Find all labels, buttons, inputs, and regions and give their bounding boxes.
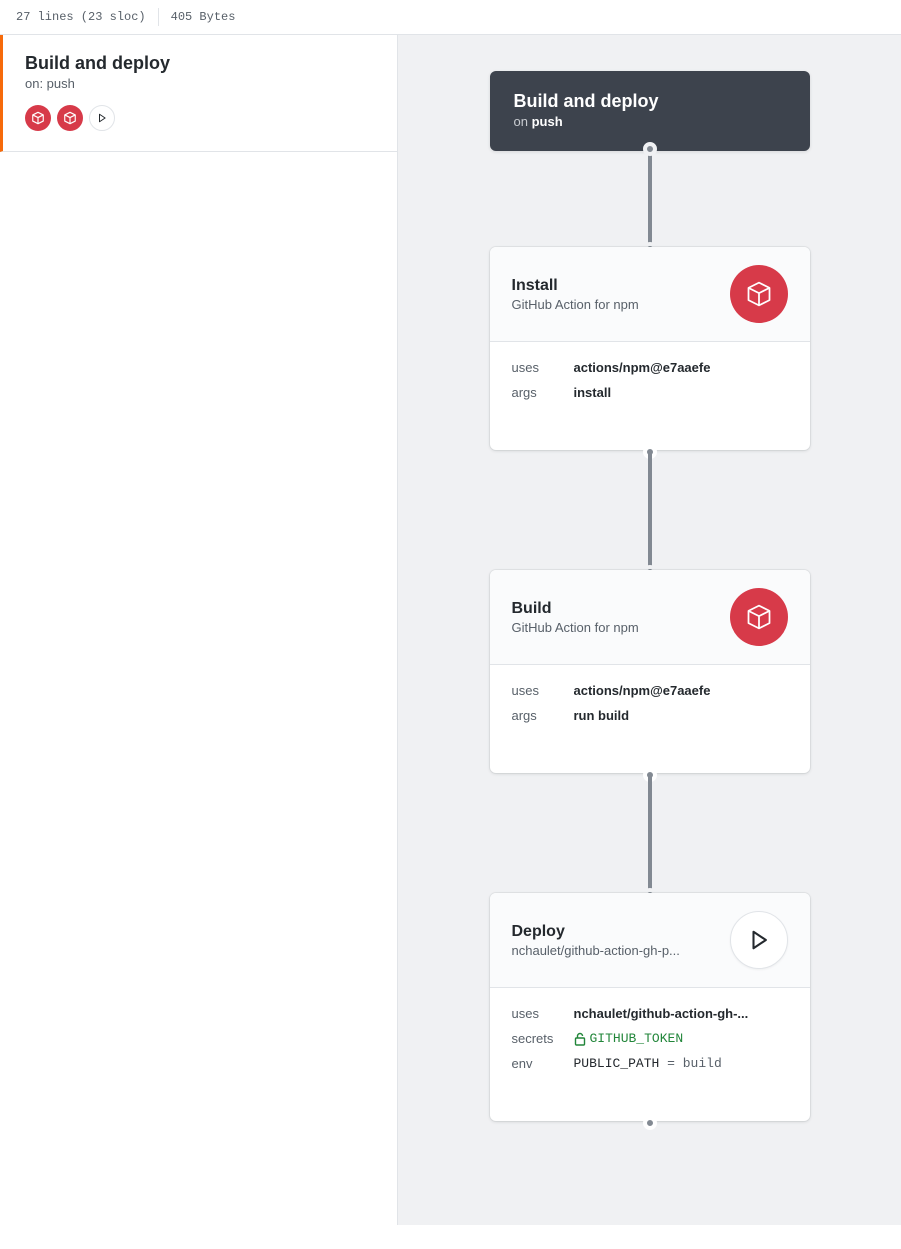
lock-icon: [574, 1032, 586, 1046]
play-icon: [730, 911, 788, 969]
workflow-title: Build and deploy: [25, 53, 375, 74]
env-value: PUBLIC_PATH = build: [574, 1056, 722, 1071]
flow-connector: [648, 773, 652, 893]
action-subtitle: GitHub Action for npm: [512, 620, 639, 635]
kv-key: uses: [512, 683, 574, 698]
action-card-body: uses actions/npm@e7aaefe args install: [490, 342, 810, 450]
action-card-body: uses nchaulet/github-action-gh-... secre…: [490, 988, 810, 1121]
action-title: Build: [512, 600, 639, 618]
flow-connector: [648, 151, 652, 247]
kv-row: args run build: [512, 708, 788, 723]
kv-row: uses nchaulet/github-action-gh-...: [512, 1006, 788, 1021]
package-icon: [730, 265, 788, 323]
kv-key: env: [512, 1056, 574, 1071]
package-icon: [730, 588, 788, 646]
package-icon[interactable]: [25, 105, 51, 131]
action-card-header: Deploy nchaulet/github-action-gh-p...: [490, 893, 810, 988]
action-card-header: Install GitHub Action for npm: [490, 247, 810, 342]
play-icon[interactable]: [89, 105, 115, 131]
workflow-header-trigger: on push: [514, 114, 786, 129]
divider: [158, 8, 159, 26]
workflow-sidebar: Build and deploy on: push: [0, 35, 398, 1225]
action-card-body: uses actions/npm@e7aaefe args run build: [490, 665, 810, 773]
kv-key: args: [512, 708, 574, 723]
package-icon[interactable]: [57, 105, 83, 131]
flow-node-dot: [643, 1116, 657, 1130]
flow-node-dot: [643, 142, 657, 156]
kv-value: actions/npm@e7aaefe: [574, 360, 711, 375]
kv-value: run build: [574, 708, 630, 723]
secret-value: GITHUB_TOKEN: [574, 1031, 684, 1046]
workflow-header-card[interactable]: Build and deploy on push: [490, 71, 810, 151]
action-title: Install: [512, 277, 639, 295]
workflow-trigger: on: push: [25, 76, 375, 91]
action-card-install[interactable]: Install GitHub Action for npm uses actio…: [490, 247, 810, 450]
kv-value: nchaulet/github-action-gh-...: [574, 1006, 749, 1021]
kv-row: uses actions/npm@e7aaefe: [512, 683, 788, 698]
action-card-header: Build GitHub Action for npm: [490, 570, 810, 665]
kv-row: uses actions/npm@e7aaefe: [512, 360, 788, 375]
kv-key: uses: [512, 360, 574, 375]
kv-row: env PUBLIC_PATH = build: [512, 1056, 788, 1071]
action-title: Deploy: [512, 923, 680, 941]
action-subtitle: nchaulet/github-action-gh-p...: [512, 943, 680, 958]
file-lines: 27 lines (23 sloc): [16, 10, 146, 24]
action-card-build[interactable]: Build GitHub Action for npm uses actions…: [490, 570, 810, 773]
workflow-list-item[interactable]: Build and deploy on: push: [0, 35, 397, 152]
action-subtitle: GitHub Action for npm: [512, 297, 639, 312]
workflow-header-title: Build and deploy: [514, 91, 786, 112]
file-size: 405 Bytes: [171, 10, 236, 24]
workflow-canvas[interactable]: Build and deploy on push Install GitHub …: [398, 35, 901, 1225]
kv-row: args install: [512, 385, 788, 400]
flow-connector: [648, 450, 652, 570]
kv-value: install: [574, 385, 612, 400]
file-info-bar: 27 lines (23 sloc) 405 Bytes: [0, 0, 901, 35]
kv-key: args: [512, 385, 574, 400]
kv-value: actions/npm@e7aaefe: [574, 683, 711, 698]
kv-key: uses: [512, 1006, 574, 1021]
action-card-deploy[interactable]: Deploy nchaulet/github-action-gh-p... us…: [490, 893, 810, 1121]
workflow-action-icons: [25, 105, 375, 131]
kv-row: secrets GITHUB_TOKEN: [512, 1031, 788, 1046]
kv-key: secrets: [512, 1031, 574, 1046]
